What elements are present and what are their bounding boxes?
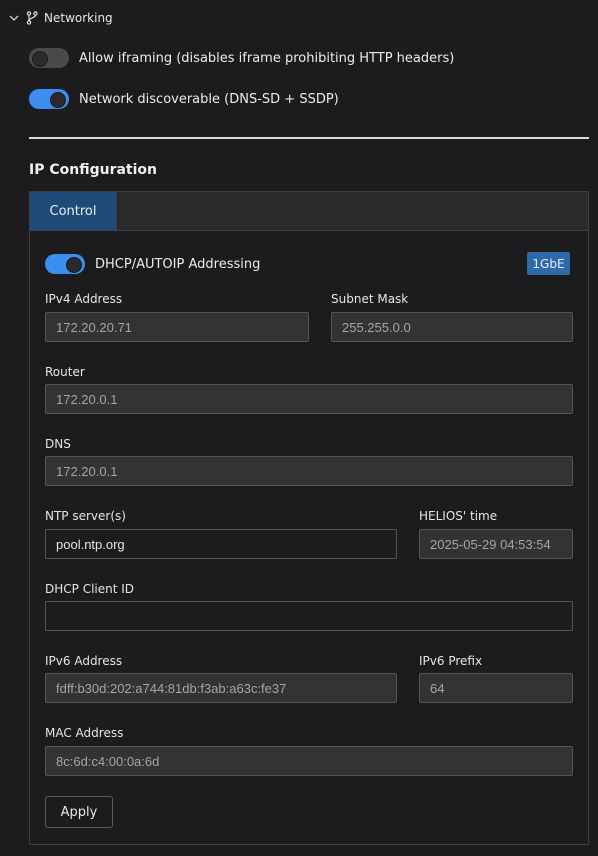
dhcp-label: DHCP/AUTOIP Addressing <box>95 256 261 272</box>
ipv6-prefix-label: IPv6 Prefix <box>419 654 483 668</box>
tab-control[interactable]: Control <box>30 192 117 230</box>
switch-knob <box>50 92 66 108</box>
subnet-label: Subnet Mask <box>331 292 409 306</box>
iframing-toggle-row: Allow iframing (disables iframe prohibit… <box>29 48 454 68</box>
networking-settings-page: Networking Allow iframing (disables ifra… <box>0 0 598 856</box>
ipv4-input[interactable] <box>45 312 309 342</box>
dhcp-switch[interactable] <box>45 254 85 274</box>
mac-label: MAC Address <box>45 726 124 740</box>
ntp-input[interactable] <box>45 529 397 559</box>
discoverable-label: Network discoverable (DNS-SD + SSDP) <box>79 91 339 107</box>
ntp-label: NTP server(s) <box>45 509 126 523</box>
iframing-switch[interactable] <box>29 48 69 68</box>
ipv6-label: IPv6 Address <box>45 654 123 668</box>
section-title: Networking <box>44 11 113 25</box>
ip-configuration-title: IP Configuration <box>29 162 157 178</box>
helios-time-input[interactable] <box>419 529 573 559</box>
link-speed-badge: 1GbE <box>527 252 570 275</box>
switch-knob <box>66 257 82 273</box>
ip-configuration-panel: Control DHCP/AUTOIP Addressing 1GbE IPv4… <box>29 191 589 845</box>
discoverable-toggle-row: Network discoverable (DNS-SD + SSDP) <box>29 89 339 109</box>
tab-bar: Control <box>30 192 588 231</box>
dhcp-client-id-input[interactable] <box>45 601 573 631</box>
network-branch-icon <box>26 11 38 25</box>
discoverable-switch[interactable] <box>29 89 69 109</box>
router-label: Router <box>45 365 85 379</box>
ipv6-input[interactable] <box>45 673 397 703</box>
mac-input[interactable] <box>45 746 573 776</box>
apply-button[interactable]: Apply <box>45 796 113 828</box>
iframing-label: Allow iframing (disables iframe prohibit… <box>79 50 455 66</box>
ipv6-prefix-input[interactable] <box>419 673 573 703</box>
dhcp-client-id-label: DHCP Client ID <box>45 582 135 596</box>
dhcp-toggle-row: DHCP/AUTOIP Addressing <box>45 254 260 274</box>
networking-section-header[interactable]: Networking <box>8 8 113 28</box>
dns-input[interactable] <box>45 456 573 486</box>
helios-time-label: HELIOS' time <box>419 509 498 523</box>
ipv4-label: IPv4 Address <box>45 292 123 306</box>
switch-knob <box>32 51 48 67</box>
router-input[interactable] <box>45 384 573 414</box>
dns-label: DNS <box>45 437 71 451</box>
subnet-input[interactable] <box>331 312 573 342</box>
section-divider <box>29 137 589 139</box>
chevron-down-icon <box>9 15 19 21</box>
